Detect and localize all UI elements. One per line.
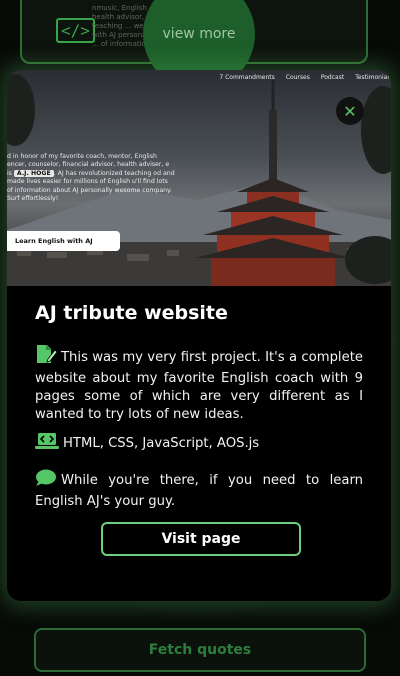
chat-bubble-icon	[35, 469, 57, 493]
preview-name-tag: A.J. HOGE	[13, 169, 54, 177]
visit-page-label: Visit page	[161, 531, 241, 547]
project-title: AJ tribute website	[35, 302, 228, 324]
project-preview-image: 7 Commandments Courses Podcast Testimoni…	[7, 70, 391, 286]
project-note-text: While you're there, if you need to learn…	[35, 473, 363, 509]
preview-learn-label: Learn English with AJ	[15, 237, 93, 245]
laptop-code-icon	[35, 432, 59, 456]
preview-learn-button: Learn English with AJ	[7, 231, 120, 251]
preview-nav-item: Podcast	[320, 74, 345, 81]
fetch-quotes-label: Fetch quotes	[148, 642, 252, 658]
preview-intro-text: d in honor of my favorite coach, mentor,…	[7, 153, 175, 203]
preview-nav-item: Testimonial	[355, 74, 389, 81]
project-description: This was my very first project. It's a c…	[35, 344, 363, 424]
edit-document-icon	[35, 344, 58, 370]
preview-nav-item: 7 Commandments	[219, 74, 275, 81]
fetch-quotes-button[interactable]: Fetch quotes	[34, 628, 366, 672]
close-modal-button[interactable]: ✕	[336, 97, 364, 125]
preview-nav: 7 Commandments Courses Podcast Testimoni…	[219, 74, 391, 81]
project-modal: 7 Commandments Courses Podcast Testimoni…	[7, 70, 391, 601]
code-icon: </>	[56, 18, 95, 43]
project-tech-stack: HTML, CSS, JavaScript, AOS.js	[35, 432, 363, 456]
project-note: While you're there, if you need to learn…	[35, 469, 363, 511]
visit-page-button[interactable]: Visit page	[101, 522, 301, 556]
preview-nav-item: Courses	[285, 74, 310, 81]
project-description-text: This was my very first project. It's a c…	[35, 350, 363, 422]
view-more-label: view more	[162, 26, 236, 42]
close-icon: ✕	[343, 101, 357, 121]
project-tech-text: HTML, CSS, JavaScript, AOS.js	[63, 436, 260, 451]
